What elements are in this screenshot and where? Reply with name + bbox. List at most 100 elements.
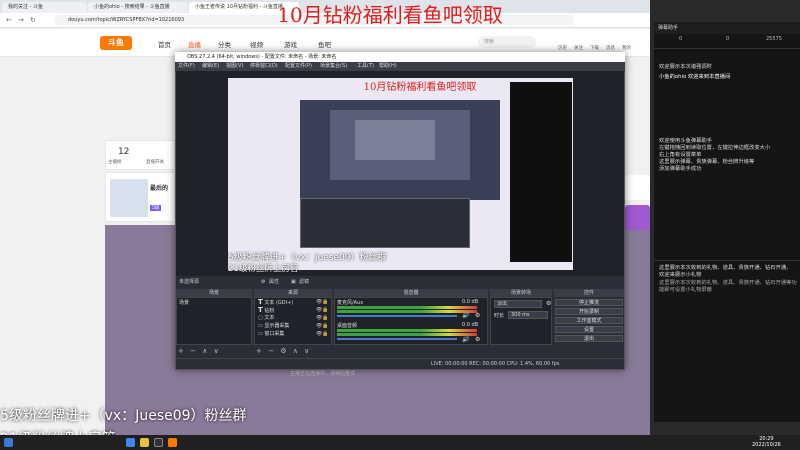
gear-icon[interactable]: ⚙ [475,312,480,319]
obs-titlebar: OBS 27.2.4 (64-bit, windows) - 配置文件: 未命名… [175,52,625,62]
transition-select[interactable]: 淡出 [494,300,542,308]
move-up-icon[interactable]: ∧ [202,347,207,355]
status-text: LIVE: 00:00:00 REC: 00:00:00 CPU: 1.4%, … [431,361,560,367]
volume-meter [337,306,477,309]
gear-icon[interactable]: ⚙ [475,336,480,343]
menu-edit[interactable]: 编辑(E) [202,62,219,71]
nav-home[interactable]: 首页 [158,39,171,49]
user-icon-bar: 历史 关注 下载 消息 我的 [558,35,648,51]
scene-toolbar: + − ∧ ∨ [178,346,219,356]
subtitle-bar: 主播正在连接中，请稍后重试 [290,371,356,377]
menu-view[interactable]: 视图(V) [226,62,243,71]
menu-docks[interactable]: 停靠窗口(D) [250,62,278,71]
studio-mode-button[interactable]: 工作室模式 [555,317,623,324]
follow-label[interactable]: 关注 [574,45,583,51]
source-item[interactable]: ▭ 显示器采集 [258,322,289,329]
source-item[interactable]: T 钻粉 [258,306,274,314]
move-down-icon[interactable]: ∨ [214,347,219,355]
nested-obs-window [300,198,470,248]
nav-live[interactable]: 直播 [188,39,201,49]
sources-dock-header: 来源 [254,289,332,297]
chat-stats: 0 0 25575 [654,36,800,46]
chat-line: 欢迎使用斗鱼弹幕助手 [659,138,712,144]
move-up-icon[interactable]: ∧ [293,347,298,355]
controls-dock-header: 控件 [554,289,624,297]
gear-icon[interactable]: ⚙ [546,300,551,307]
nav-game[interactable]: 游戏 [284,39,297,49]
download-label[interactable]: 下载 [590,45,599,51]
filter-icon[interactable]: ▣ [291,277,296,287]
filters-button[interactable]: 滤镜 [299,277,309,287]
back-icon[interactable]: ← [6,16,12,24]
remove-icon[interactable]: − [190,347,196,355]
volume-slider[interactable] [337,315,457,317]
side-badge-card[interactable] [625,205,650,230]
message-label[interactable]: 消息 [606,45,615,51]
no-source-label: 未选择源 [179,279,200,285]
danmu-overlay: 5级粉丝牌进+（vx：Juese09）粉丝群 [0,408,247,424]
speaker-icon[interactable]: 🔊 [462,312,469,319]
nav-fishbar[interactable]: 鱼吧 [318,39,331,49]
nav-video[interactable]: 视频 [250,39,263,49]
browser-tab[interactable]: 我的关注 - 斗鱼 [2,2,87,13]
speaker-icon[interactable]: 🔊 [462,336,469,343]
taskbar [0,435,800,450]
search-input[interactable]: 搜索 [478,36,536,48]
scene-item[interactable]: 场景 [179,299,189,306]
douyu-icon[interactable] [168,438,177,447]
clock[interactable]: 20:29 2022/10/26 [752,436,781,448]
mixer-channel-name: 桌面音频 [337,323,358,329]
settings-button[interactable]: 设置 [555,326,623,333]
duration-input[interactable]: 300 ms [508,311,548,319]
anchor-badge: 5级 [150,205,162,211]
browser-tab[interactable]: 小鱼的ohio - 搜索结果 - 斗鱼直播 [88,2,188,13]
stop-stream-button[interactable]: 停止推流 [555,299,623,306]
obs-icon[interactable] [154,438,163,447]
start-recording-button[interactable]: 开始录制 [555,308,623,315]
exit-button[interactable]: 退出 [555,335,623,342]
profile-label[interactable]: 我的 [622,45,631,51]
start-icon[interactable] [4,438,13,447]
menu-file[interactable]: 文件(F) [178,62,195,71]
source-item[interactable]: ▭ 窗口采集 [258,330,284,337]
duration-label: 时长 [494,313,505,319]
source-item[interactable]: T 文本 (GDI+) [258,298,293,306]
source-name: 显示器采集 [264,323,290,329]
properties-button[interactable]: 属性 [269,277,279,287]
add-icon[interactable]: + [178,347,184,355]
volume-slider[interactable] [337,338,457,340]
menu-tools[interactable]: 工具(T) [357,62,374,71]
reload-icon[interactable]: ↻ [30,16,36,24]
menu-scene-collection[interactable]: 场景集合(S) [320,62,347,71]
stats-value: 12 [118,147,130,157]
gear-icon[interactable]: ⚙ [261,277,265,287]
promo-banner-title: 10月钻粉福利看鱼吧领取 [277,3,503,27]
stats-label[interactable]: 直播开关 [146,159,164,165]
move-down-icon[interactable]: ∨ [304,347,309,355]
source-visibility-icons[interactable]: 👁🔒 👁🔒 👁🔒 👁🔒 👁🔒 [316,298,329,338]
remove-icon[interactable]: − [268,347,274,355]
anchor-card: 最后的 5级 [105,172,175,222]
obs-menubar: 文件(F) 编辑(E) 视图(V) 停靠窗口(D) 配置文件(P) 场景集合(S… [175,62,625,71]
chrome-icon[interactable] [126,438,135,447]
add-icon[interactable]: + [256,347,262,355]
side-card[interactable] [625,175,650,200]
douyu-logo[interactable]: 斗鱼 [100,36,132,50]
chat-line: 欢迎展示本次诸强调时 [659,64,712,70]
history-label[interactable]: 历史 [558,45,567,51]
explorer-icon[interactable] [140,438,149,447]
source-item[interactable]: ▢ 文本 [258,314,274,321]
volume-meter [337,310,477,313]
menu-profile[interactable]: 配置文件(P) [285,62,312,71]
stats-card: 12 主播榜 直播开关 [105,140,175,170]
stats-label[interactable]: 主播榜 [108,159,122,165]
chat-divider [654,260,800,261]
mixer-channel-db: 0.0 dB [462,299,479,305]
nav-category[interactable]: 分类 [218,39,231,49]
forward-icon[interactable]: → [18,16,24,24]
anchor-avatar[interactable] [110,179,148,217]
menu-help[interactable]: 帮助(H) [379,62,397,71]
source-name: 文本 [264,315,275,321]
scenes-dock-header: 场景 [176,289,252,297]
gear-icon[interactable]: ⚙ [280,347,286,355]
